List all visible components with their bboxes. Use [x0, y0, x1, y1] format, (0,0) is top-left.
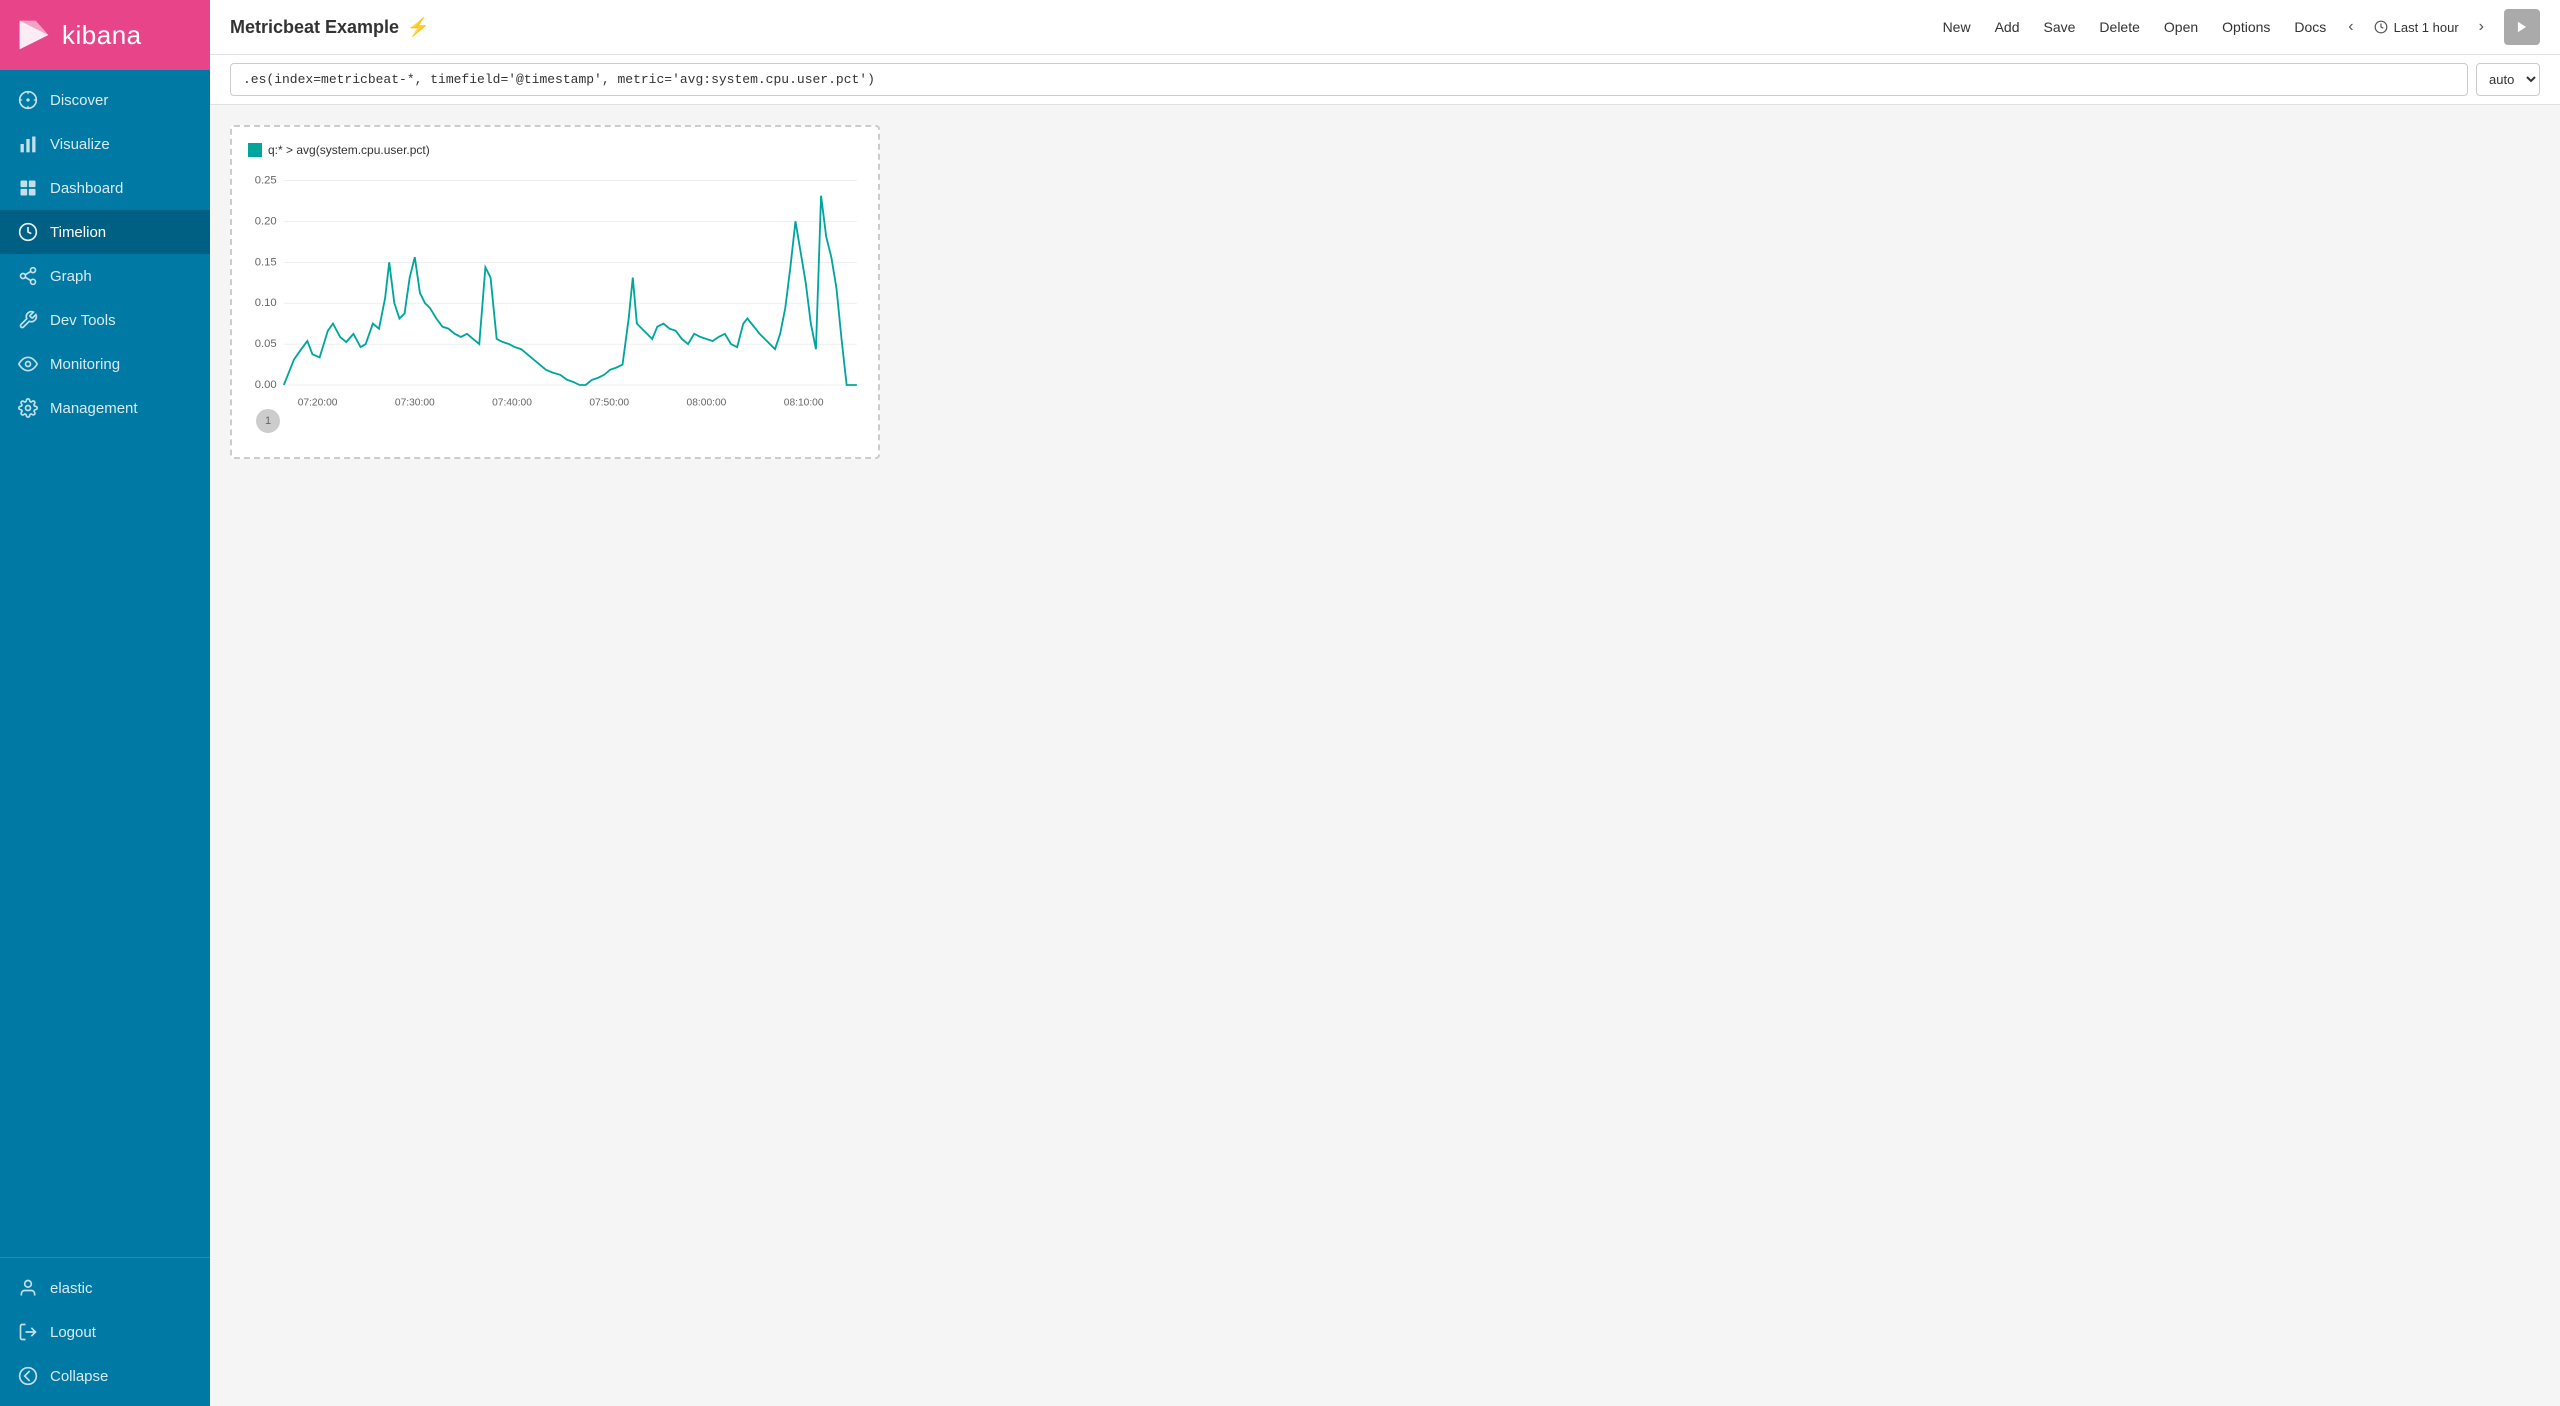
sidebar-item-devtools[interactable]: Dev Tools	[0, 298, 210, 342]
sidebar-item-collapse[interactable]: Collapse	[0, 1354, 210, 1398]
sidebar-item-visualize-label: Visualize	[50, 136, 110, 153]
next-button[interactable]: ›	[2471, 12, 2492, 42]
share-alt-icon	[18, 266, 38, 286]
svg-text:0.00: 0.00	[255, 379, 277, 391]
prev-button[interactable]: ‹	[2340, 12, 2361, 42]
user-icon	[18, 1278, 38, 1298]
page-title: Metricbeat Example ⚡	[230, 17, 1933, 38]
sidebar-item-logout-label: Logout	[50, 1324, 96, 1341]
sidebar-bottom: elastic Logout Collapse	[0, 1257, 210, 1406]
kibana-logo-icon	[16, 17, 52, 53]
grid-icon	[18, 178, 38, 198]
time-range-display: Last 1 hour	[2366, 16, 2467, 39]
gear-icon	[18, 398, 38, 418]
open-button[interactable]: Open	[2154, 13, 2208, 41]
topbar-actions: New Add Save Delete Open Options Docs ‹ …	[1933, 9, 2540, 45]
query-input[interactable]	[230, 63, 2468, 96]
sidebar-item-graph[interactable]: Graph	[0, 254, 210, 298]
sidebar-item-visualize[interactable]: Visualize	[0, 122, 210, 166]
docs-button[interactable]: Docs	[2284, 13, 2336, 41]
sidebar-logo: kibana	[0, 0, 210, 70]
time-range-text: Last 1 hour	[2394, 20, 2459, 35]
sidebar-item-management-label: Management	[50, 400, 138, 417]
legend-label: q:* > avg(system.cpu.user.pct)	[268, 143, 430, 157]
chart-legend: q:* > avg(system.cpu.user.pct)	[248, 143, 862, 157]
wrench-icon	[18, 310, 38, 330]
query-bar: auto	[210, 55, 2560, 105]
legend-color-swatch	[248, 143, 262, 157]
sidebar-item-user[interactable]: elastic	[0, 1266, 210, 1310]
bolt-icon: ⚡	[407, 17, 429, 38]
sidebar-item-discover[interactable]: Discover	[0, 78, 210, 122]
svg-text:07:40:00: 07:40:00	[492, 397, 532, 408]
sidebar-item-monitoring-label: Monitoring	[50, 356, 120, 373]
svg-text:0.05: 0.05	[255, 338, 277, 350]
svg-text:08:00:00: 08:00:00	[687, 397, 727, 408]
chart-panel: q:* > avg(system.cpu.user.pct) 0.25 0.20…	[230, 125, 880, 459]
sidebar-item-dashboard-label: Dashboard	[50, 180, 123, 197]
interval-select[interactable]: auto	[2476, 63, 2540, 96]
sidebar-nav: Discover Visualize Dashboard	[0, 70, 210, 1257]
delete-button[interactable]: Delete	[2089, 13, 2149, 41]
clock-icon	[18, 222, 38, 242]
sidebar-item-logout[interactable]: Logout	[0, 1310, 210, 1354]
svg-text:08:10:00: 08:10:00	[784, 397, 824, 408]
sidebar-item-management[interactable]: Management	[0, 386, 210, 430]
add-button[interactable]: Add	[1985, 13, 2030, 41]
sidebar: kibana Discover Visualize	[0, 0, 210, 1406]
compass-icon	[18, 90, 38, 110]
svg-text:0.25: 0.25	[255, 174, 277, 186]
svg-text:0.20: 0.20	[255, 215, 277, 227]
chart-container: q:* > avg(system.cpu.user.pct) 0.25 0.20…	[210, 105, 2560, 1406]
eye-icon	[18, 354, 38, 374]
save-button[interactable]: Save	[2034, 13, 2086, 41]
sidebar-item-devtools-label: Dev Tools	[50, 312, 116, 329]
chart-svg-container: 0.25 0.20 0.15 0.10 0.05 0.00 07:20:00 0	[248, 165, 862, 441]
chart-line	[284, 196, 857, 385]
svg-text:0.15: 0.15	[255, 256, 277, 268]
clock-small-icon	[2374, 20, 2388, 34]
bar-chart-icon	[18, 134, 38, 154]
page-title-text: Metricbeat Example	[230, 17, 399, 38]
sidebar-item-monitoring[interactable]: Monitoring	[0, 342, 210, 386]
sidebar-item-timelion[interactable]: Timelion	[0, 210, 210, 254]
chevron-left-icon	[18, 1366, 38, 1386]
options-button[interactable]: Options	[2212, 13, 2280, 41]
play-button[interactable]	[2504, 9, 2540, 45]
sidebar-item-collapse-label: Collapse	[50, 1368, 108, 1385]
kibana-wordmark: kibana	[62, 20, 142, 51]
logout-icon	[18, 1322, 38, 1342]
svg-text:07:50:00: 07:50:00	[589, 397, 629, 408]
sidebar-item-timelion-label: Timelion	[50, 224, 106, 241]
new-button[interactable]: New	[1933, 13, 1981, 41]
svg-text:0.10: 0.10	[255, 297, 277, 309]
sidebar-item-user-label: elastic	[50, 1280, 93, 1297]
main-content: Metricbeat Example ⚡ New Add Save Delete…	[210, 0, 2560, 1406]
svg-text:07:20:00: 07:20:00	[298, 397, 338, 408]
svg-text:07:30:00: 07:30:00	[395, 397, 435, 408]
topbar: Metricbeat Example ⚡ New Add Save Delete…	[210, 0, 2560, 55]
play-icon	[2515, 20, 2529, 34]
sidebar-item-dashboard[interactable]: Dashboard	[0, 166, 210, 210]
time-series-chart: 0.25 0.20 0.15 0.10 0.05 0.00 07:20:00 0	[248, 165, 862, 441]
sidebar-item-graph-label: Graph	[50, 268, 92, 285]
sidebar-item-discover-label: Discover	[50, 92, 108, 109]
